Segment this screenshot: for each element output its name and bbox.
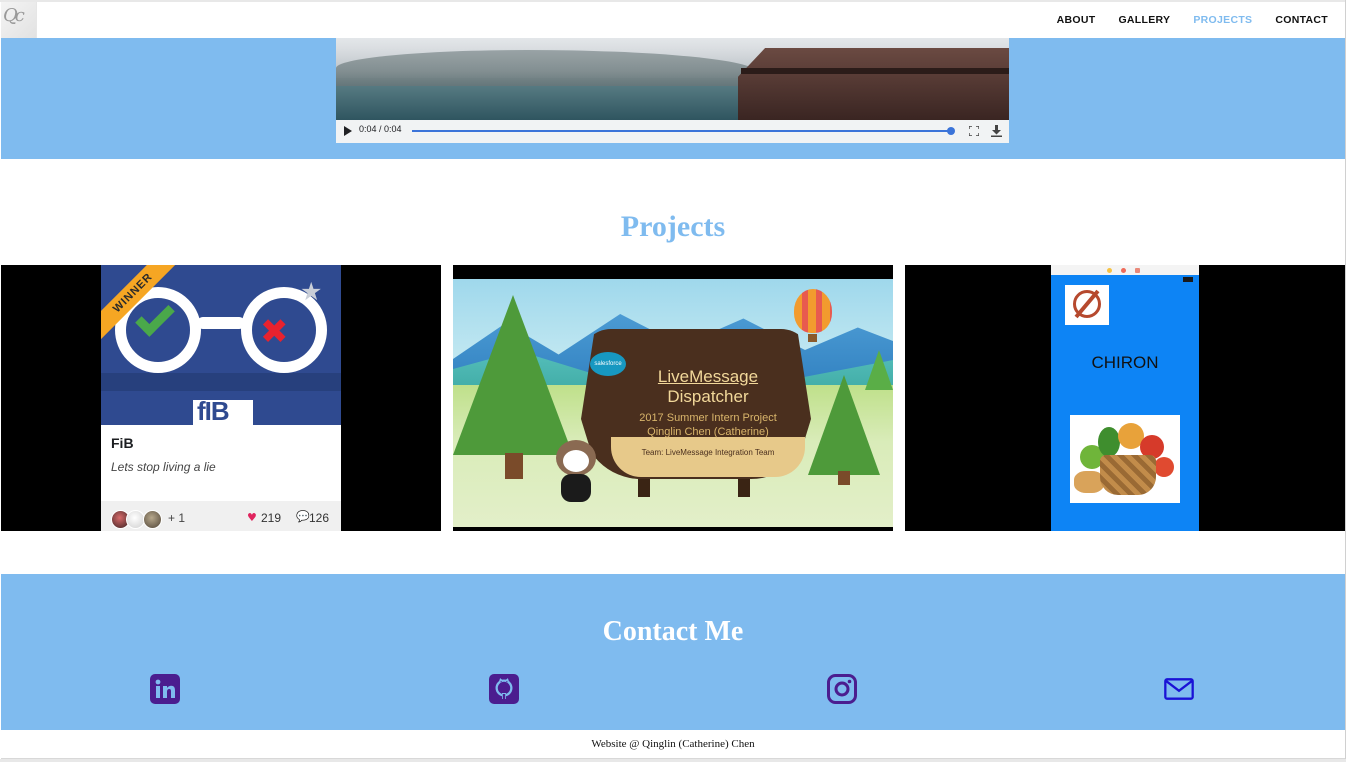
lm-sign-face [611,437,805,477]
tree-right [808,375,880,475]
tree-left [453,295,573,455]
balloon-basket [808,334,817,342]
tree-trunk [505,453,523,479]
video-bridge-rail [741,68,1009,74]
seek-bar[interactable] [412,130,950,132]
nav-links: ABOUT GALLERY PROJECTS CONTACT [1034,2,1328,38]
seek-knob[interactable] [947,127,955,135]
footer: Website @ Qinglin (Catherine) Chen [1,730,1345,759]
likes-count: 219 [261,511,282,525]
comments-count: 126 [309,511,330,525]
compass-icon [1065,285,1109,325]
hot-air-balloon [794,289,832,333]
nav-link-contact[interactable]: CONTACT [1275,14,1328,26]
site-logo[interactable]: Qc [1,2,37,38]
mascot [553,440,599,510]
logo-text: Qc [3,5,25,26]
nav-link-about[interactable]: ABOUT [1057,14,1096,26]
window-dot [1107,268,1112,273]
video-bridge [738,48,1009,120]
basket [1100,455,1156,495]
lm-title-line2: Dispatcher [667,387,749,407]
navbar: Qc ABOUT GALLERY PROJECTS CONTACT [1,2,1345,38]
cross-icon: ✖ [260,312,289,352]
vegetable [1098,427,1120,457]
fib-preview: ✖ ★ WINNER fIB FiB Lets stop living a li… [101,265,341,531]
project-card-chiron[interactable]: CHIRON [905,265,1345,531]
avatar [143,510,162,529]
download-icon[interactable] [991,125,1002,137]
lm-title: LiveMessage Dispatcher [613,367,803,408]
footer-text: Website @ Qinglin (Catherine) Chen [591,738,755,750]
mail-icon[interactable] [1164,674,1194,704]
project-cards: ✖ ★ WINNER fIB FiB Lets stop living a li… [1,265,1345,531]
github-icon[interactable] [489,674,519,704]
fib-artwork: ✖ ★ WINNER fIB [101,265,341,425]
project-card-livemessage[interactable]: salesforce LiveMessage Dispatcher 2017 S… [453,265,893,531]
fib-band [101,373,341,391]
window-dot [1121,268,1126,273]
comment-icon: 💬 [296,510,310,523]
play-icon[interactable] [344,126,352,136]
sign-post [738,479,750,497]
nav-link-gallery[interactable]: GALLERY [1118,14,1170,26]
nav-link-projects[interactable]: PROJECTS [1193,14,1252,26]
vegetable [1154,457,1174,477]
video-sea [336,86,766,120]
fib-tagline: Lets stop living a lie [111,460,216,474]
tree-far [865,350,893,390]
lm-subtitle-line1: 2017 Summer Intern Project [639,412,777,424]
video-frame[interactable] [336,38,1009,120]
mascot-face [563,450,589,472]
fib-glasses-bridge [197,317,245,329]
battery-icon [1183,277,1193,282]
lm-subtitle: 2017 Summer Intern Project Qinglin Chen … [603,412,813,440]
video-section: 0:04 / 0:04 [1,38,1345,159]
lm-team: Team: LiveMessage Integration Team [641,448,775,457]
video-controls: 0:04 / 0:04 [336,120,1009,143]
fib-name: FiB [111,435,134,451]
contact-title: Contact Me [602,616,744,647]
lm-title-line1: LiveMessage [657,367,759,386]
video-hills [336,50,756,90]
page: Qc ABOUT GALLERY PROJECTS CONTACT 0:04 /… [1,2,1345,759]
status-bar [1051,275,1199,283]
linkedin-icon[interactable] [150,674,180,704]
instagram-icon[interactable] [827,674,857,704]
food-basket-image [1070,415,1180,503]
video-player[interactable]: 0:04 / 0:04 [336,38,1009,143]
star-icon: ★ [300,277,323,306]
lm-subtitle-line2: Qinglin Chen (Catherine) [647,425,769,438]
chiron-name: CHIRON [1091,353,1159,372]
heart-icon: ♥ [247,511,257,524]
mascot-body [561,474,591,502]
livemessage-preview: salesforce LiveMessage Dispatcher 2017 S… [453,265,893,531]
more-contributors: + 1 [168,511,186,525]
fib-logo: fIB [197,396,230,425]
contact-section: Contact Me [1,574,1345,730]
tree-trunk [838,471,850,485]
sign-post [638,479,650,497]
chiron-preview: CHIRON [1051,265,1199,531]
video-time: 0:04 / 0:04 [359,124,402,134]
fullscreen-icon[interactable] [969,126,979,136]
project-card-fib[interactable]: ✖ ★ WINNER fIB FiB Lets stop living a li… [1,265,441,531]
projects-title: Projects [620,210,726,243]
window-dot [1135,268,1140,273]
